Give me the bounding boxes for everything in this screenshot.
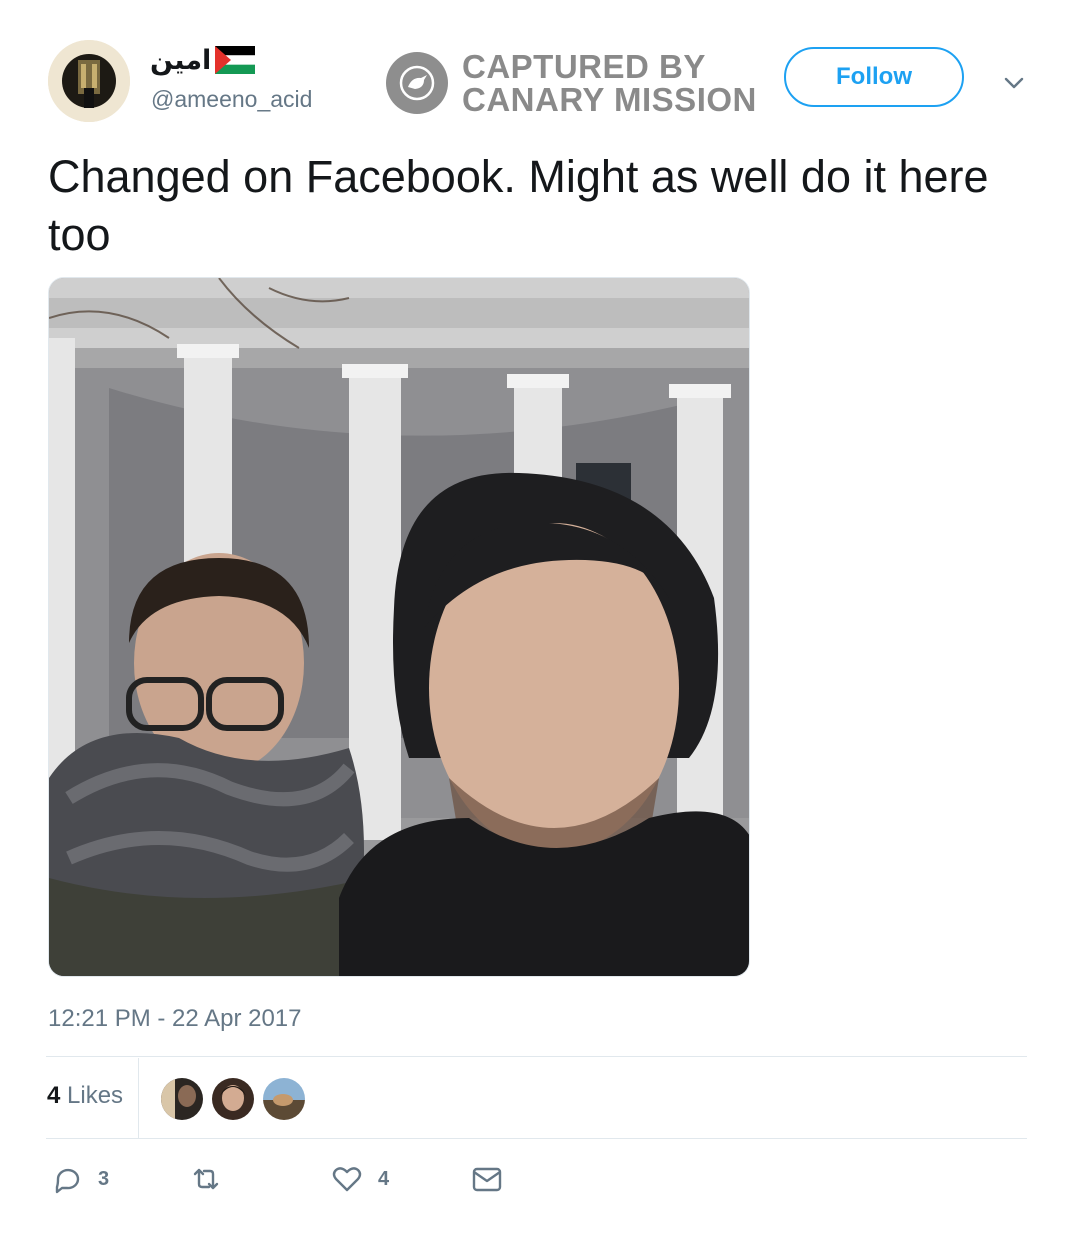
tweet-timestamp[interactable]: 12:21 PM - 22 Apr 2017 [48,1005,302,1033]
likes-separator [138,1058,139,1138]
user-handle[interactable]: @ameeno_acid [151,86,312,113]
retweet-action[interactable] [189,1162,237,1196]
likes-word: Likes [67,1082,124,1109]
reply-count: 3 [98,1167,110,1190]
direct-message-icon [472,1167,502,1192]
watermark: CAPTURED BY CANARY MISSION [386,50,757,116]
like-action[interactable]: 4 [330,1162,389,1196]
palestine-flag-icon [215,46,256,74]
retweet-icon [193,1168,219,1190]
display-name[interactable]: امين [150,45,211,76]
reply-icon [55,1168,80,1194]
liker-avatar[interactable] [159,1076,205,1122]
reply-action[interactable]: 3 [50,1162,109,1196]
watermark-line2: CANARY MISSION [462,81,757,118]
divider-top [46,1056,1027,1057]
like-count: 4 [378,1167,390,1190]
liker-avatar[interactable] [261,1076,307,1122]
follow-button[interactable]: Follow [784,47,964,107]
heart-icon [332,1167,362,1192]
likes-stat[interactable]: 4 Likes [47,1082,123,1110]
canary-bird-icon [386,52,448,114]
watermark-text: CAPTURED BY CANARY MISSION [462,50,757,116]
liker-avatar[interactable] [210,1076,256,1122]
chevron-down-icon[interactable] [1001,70,1027,96]
divider-bottom [46,1138,1027,1139]
direct-message-action[interactable] [470,1162,504,1196]
avatar[interactable] [48,40,130,122]
tweet-text: Changed on Facebook. Might as well do it… [48,151,989,260]
tweet-photo[interactable] [48,277,750,977]
watermark-line1: CAPTURED BY [462,48,706,85]
likes-count: 4 [47,1082,61,1109]
display-name-row[interactable]: امين [150,42,256,78]
